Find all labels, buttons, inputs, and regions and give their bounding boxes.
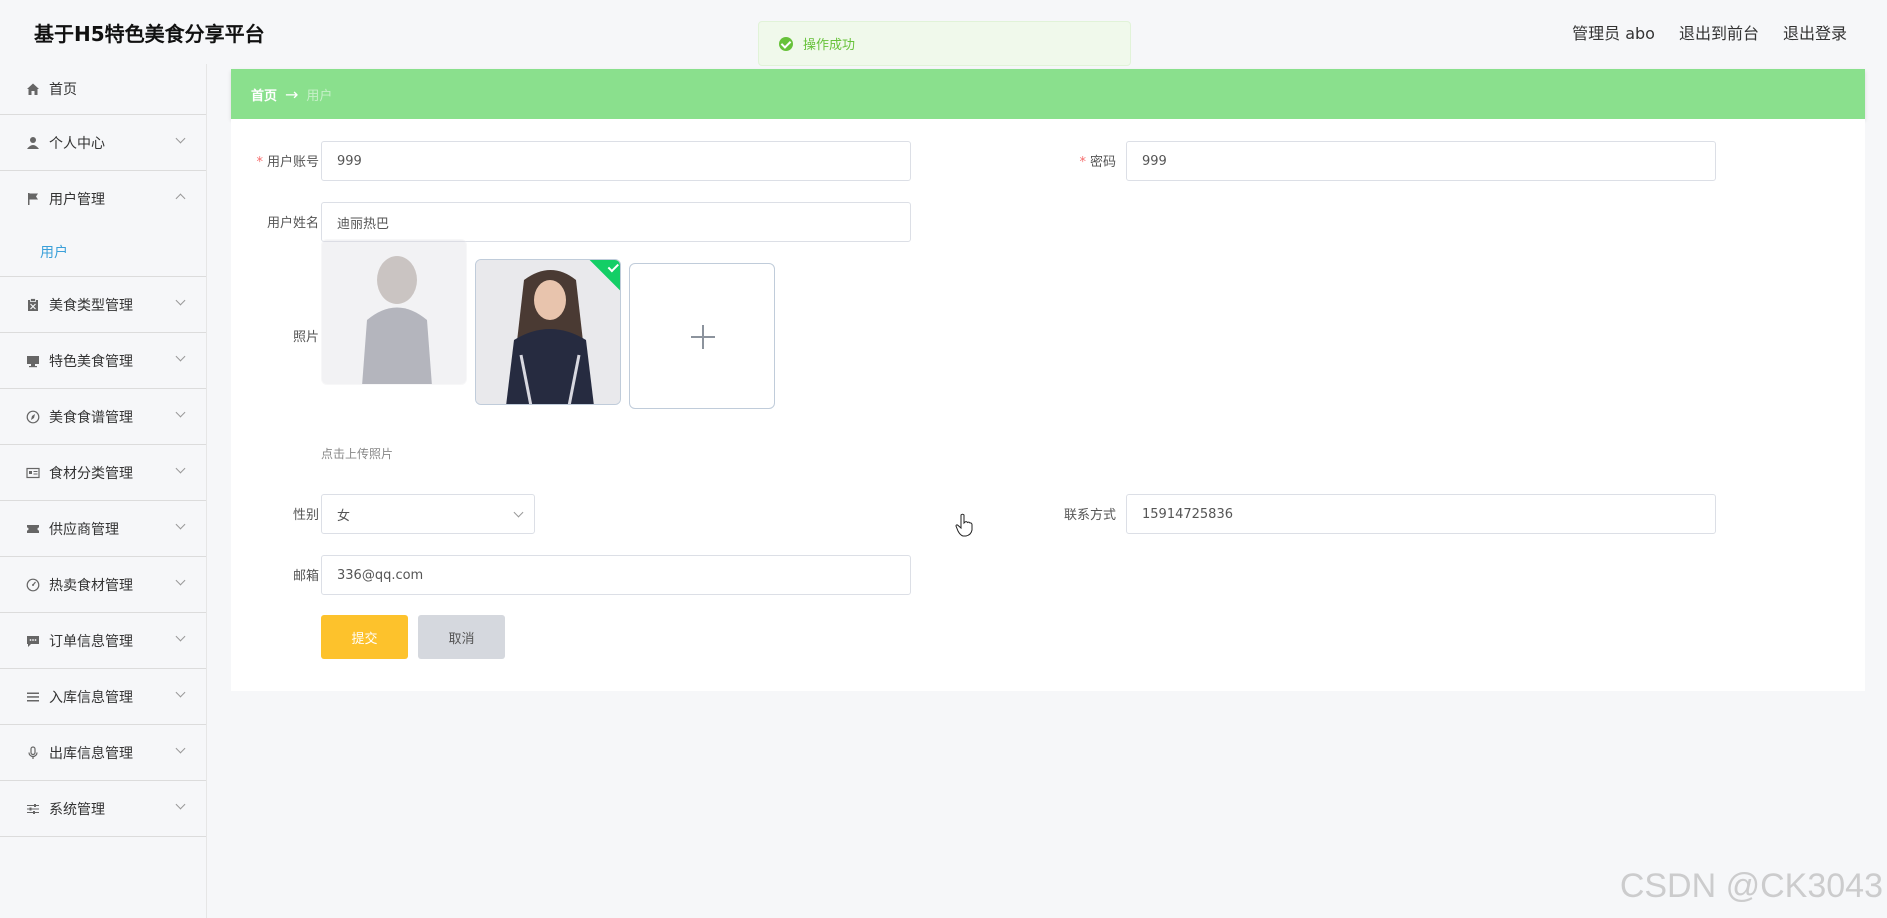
sidebar-item-label: 食材分类管理: [49, 465, 133, 482]
submit-button[interactable]: 提交: [321, 615, 408, 659]
flag-icon: [25, 191, 41, 207]
hand-cursor-icon: [955, 513, 973, 537]
user-icon: [25, 135, 41, 151]
chevron-down-icon: [175, 351, 186, 362]
sidebar-item-order[interactable]: 订单信息管理: [0, 613, 206, 669]
phone-label: 联系方式: [1063, 508, 1116, 523]
sidebar-subitem-label: 用户: [40, 244, 68, 261]
microphone-icon: [25, 745, 41, 761]
cancel-button[interactable]: 取消: [418, 615, 505, 659]
sidebar-item-personal-center[interactable]: 个人中心: [0, 115, 206, 171]
current-user: 管理员 abo: [1572, 24, 1655, 43]
sidebar-item-recipe[interactable]: 美食食谱管理: [0, 389, 206, 445]
sidebar-item-stock-in[interactable]: 入库信息管理: [0, 669, 206, 725]
exit-to-front-link[interactable]: 退出到前台: [1679, 20, 1759, 44]
password-label: * 密码: [1079, 155, 1116, 170]
chevron-down-icon: [175, 463, 186, 474]
toast-message: 操作成功: [803, 38, 856, 53]
gender-label: 性别: [292, 508, 319, 523]
chevron-down-icon: [175, 687, 186, 698]
id-card-icon: [25, 465, 41, 481]
sidebar-item-label: 供应商管理: [49, 521, 119, 538]
photo-image: [322, 240, 466, 384]
upload-hint: 点击上传照片: [321, 447, 394, 461]
password-input[interactable]: 999: [1126, 141, 1716, 181]
sidebar-item-special-food[interactable]: 特色美食管理: [0, 333, 206, 389]
sidebar-item-label: 系统管理: [49, 801, 105, 818]
chevron-down-icon: [513, 507, 524, 518]
sidebar-item-ingredient-category[interactable]: 食材分类管理: [0, 445, 206, 501]
uploaded-photo[interactable]: [475, 259, 621, 405]
sidebar-item-label: 美食类型管理: [49, 297, 133, 314]
sidebar-item-label: 首页: [49, 82, 77, 98]
chevron-down-icon: [175, 575, 186, 586]
plus-icon: [691, 325, 715, 349]
gender-selected-value: 女: [337, 508, 351, 524]
chevron-up-icon: [175, 193, 186, 204]
logout-link[interactable]: 退出登录: [1783, 20, 1847, 44]
watermark: CSDN @CK3043: [1619, 867, 1883, 905]
photo-image: [476, 260, 620, 404]
sidebar-item-stock-out[interactable]: 出库信息管理: [0, 725, 206, 781]
breadcrumb-separator: →: [285, 84, 299, 104]
email-label: 邮箱: [292, 569, 319, 584]
sidebar-item-label: 个人中心: [49, 135, 105, 152]
account-label: * 用户账号: [256, 155, 319, 170]
sidebar: 首页 个人中心 用户管理 用户 美食类型管理 特色美食管理 美食食谱管理 食材分…: [0, 64, 207, 918]
sidebar-item-label: 特色美食管理: [49, 353, 133, 370]
chevron-down-icon: [175, 743, 186, 754]
app-title: 基于H5特色美食分享平台: [34, 22, 265, 46]
breadcrumb-home[interactable]: 首页: [251, 85, 277, 104]
breadcrumb-current: 用户: [306, 88, 333, 104]
uploaded-photo-ghost: [321, 239, 467, 385]
sidebar-item-supplier[interactable]: 供应商管理: [0, 501, 206, 557]
chevron-down-icon: [175, 407, 186, 418]
sidebar-item-label: 出库信息管理: [49, 745, 133, 762]
phone-input[interactable]: 15914725836: [1126, 494, 1716, 534]
chevron-down-icon: [175, 799, 186, 810]
email-input[interactable]: 336@qq.com: [321, 555, 911, 595]
monitor-icon: [25, 353, 41, 369]
upload-photo-button[interactable]: [629, 263, 775, 409]
sidebar-item-label: 美食食谱管理: [49, 409, 133, 426]
breadcrumb: 首页 → 用户: [231, 69, 1865, 119]
sidebar-item-hot-ingredient[interactable]: 热卖食材管理: [0, 557, 206, 613]
account-input[interactable]: 999: [321, 141, 911, 181]
sidebar-subitem-user[interactable]: 用户: [0, 227, 206, 277]
chevron-down-icon: [175, 133, 186, 144]
header-actions: 管理员 abo 退出到前台 退出登录: [1572, 20, 1847, 44]
chevron-down-icon: [175, 631, 186, 642]
clipboard-icon: [25, 297, 41, 313]
home-icon: [25, 81, 41, 97]
gender-select[interactable]: 女: [321, 494, 535, 534]
sidebar-item-home[interactable]: 首页: [0, 64, 206, 115]
sidebar-item-food-type[interactable]: 美食类型管理: [0, 277, 206, 333]
list-icon: [25, 689, 41, 705]
user-form: * 用户账号 999 * 密码 999 用户姓名 迪丽热巴 照片 点击上传照片 性别…: [231, 119, 1865, 691]
name-input[interactable]: 迪丽热巴: [321, 202, 911, 242]
name-label: 用户姓名: [266, 216, 319, 231]
success-toast: 操作成功: [758, 21, 1131, 66]
sidebar-item-user-management[interactable]: 用户管理: [0, 171, 206, 227]
chat-icon: [25, 633, 41, 649]
sidebar-item-label: 订单信息管理: [49, 633, 133, 650]
sidebar-item-system[interactable]: 系统管理: [0, 781, 206, 837]
chevron-down-icon: [175, 295, 186, 306]
sidebar-item-label: 入库信息管理: [49, 689, 133, 706]
dashboard-icon: [25, 577, 41, 593]
sidebar-item-label: 用户管理: [49, 192, 105, 208]
check-circle-icon: [779, 36, 793, 51]
ticket-icon: [25, 521, 41, 537]
sliders-icon: [25, 801, 41, 817]
sidebar-item-label: 热卖食材管理: [49, 577, 133, 594]
photo-label: 照片: [292, 330, 319, 345]
compass-icon: [25, 409, 41, 425]
chevron-down-icon: [175, 519, 186, 530]
